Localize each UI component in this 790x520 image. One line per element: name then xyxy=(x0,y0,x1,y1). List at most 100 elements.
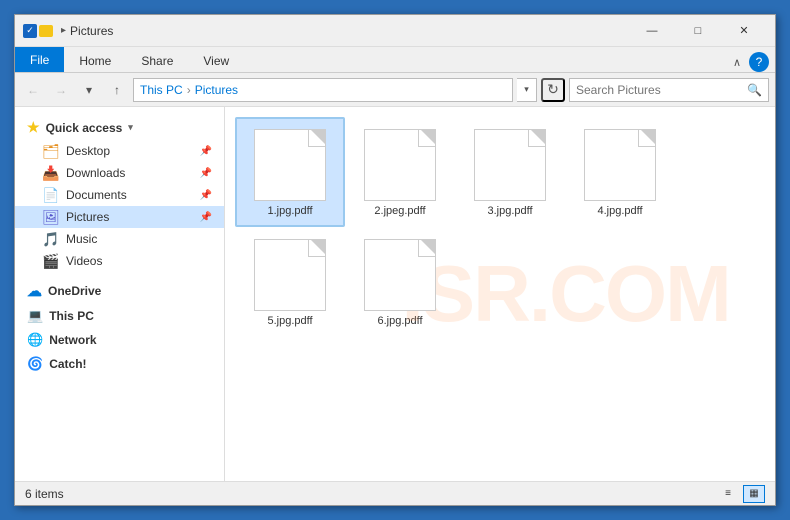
back-button[interactable]: ← xyxy=(21,78,45,102)
file-item[interactable]: 2.jpeg.pdff xyxy=(345,117,455,227)
breadcrumb-pictures[interactable]: Pictures xyxy=(195,83,238,97)
tab-view[interactable]: View xyxy=(188,49,244,72)
quick-access-label: Quick access xyxy=(46,121,123,135)
tab-share[interactable]: Share xyxy=(126,49,188,72)
pictures-pin-icon: 📌 xyxy=(200,212,212,223)
titlebar-controls: — □ ✕ xyxy=(629,15,767,47)
explorer-window: ✓ ▸ Pictures — □ ✕ File Home Share View … xyxy=(14,14,776,506)
ribbon-tabs: File Home Share View ∧ ? xyxy=(15,47,775,73)
sidebar-item-documents[interactable]: 📄 Documents 📌 xyxy=(15,184,224,206)
file-thumbnail xyxy=(254,129,326,201)
sidebar: ★ Quick access ▾ 🗂 Desktop 📌 📥 Downloads… xyxy=(15,107,225,481)
sidebar-item-desktop[interactable]: 🗂 Desktop 📌 xyxy=(15,140,224,162)
file-name: 4.jpg.pdff xyxy=(597,205,642,217)
ribbon-collapse-button[interactable]: ∧ xyxy=(729,54,745,71)
file-fold-icon xyxy=(311,240,325,254)
statusbar-view-controls: ≡ ▦ xyxy=(717,485,765,503)
minimize-button[interactable]: — xyxy=(629,15,675,47)
sidebar-item-downloads[interactable]: 📥 Downloads 📌 xyxy=(15,162,224,184)
sidebar-section-catch[interactable]: 🌀 Catch! xyxy=(15,352,224,376)
tab-file[interactable]: File xyxy=(15,47,64,72)
file-fold-icon xyxy=(311,130,325,144)
catch-icon: 🌀 xyxy=(27,356,43,372)
grid-view-button[interactable]: ▦ xyxy=(743,485,765,503)
file-thumbnail xyxy=(474,129,546,201)
window-icon: ✓ xyxy=(23,24,53,38)
main-area: ★ Quick access ▾ 🗂 Desktop 📌 📥 Downloads… xyxy=(15,107,775,481)
file-area: ISR.COM 1.jpg.pdff 2.jpeg.pdff xyxy=(225,107,775,481)
file-name: 3.jpg.pdff xyxy=(487,205,532,217)
search-icon[interactable]: 🔍 xyxy=(747,83,762,97)
breadcrumb-thispc[interactable]: This PC xyxy=(140,83,183,97)
forward-button[interactable]: → xyxy=(49,78,73,102)
item-count: 6 items xyxy=(25,487,64,501)
sidebar-item-music[interactable]: 🎵 Music xyxy=(15,228,224,250)
catch-label: Catch! xyxy=(49,357,86,371)
onedrive-icon: ☁ xyxy=(27,282,42,300)
documents-icon: 📄 xyxy=(43,187,59,203)
videos-icon: 🎬 xyxy=(43,253,59,269)
title-icon-yellow xyxy=(39,25,53,37)
file-thumbnail xyxy=(364,239,436,311)
sidebar-section-quick-access[interactable]: ★ Quick access ▾ xyxy=(15,115,224,140)
sidebar-section-onedrive[interactable]: ☁ OneDrive xyxy=(15,278,224,304)
sidebar-section-network[interactable]: 🌐 Network xyxy=(15,328,224,352)
sidebar-label-pictures: Pictures xyxy=(66,210,109,224)
downloads-icon: 📥 xyxy=(43,165,59,181)
titlebar-arrow: ▸ xyxy=(61,25,66,36)
file-item[interactable]: 4.jpg.pdff xyxy=(565,117,675,227)
tab-home[interactable]: Home xyxy=(64,49,126,72)
file-thumbnail xyxy=(364,129,436,201)
desktop-pin-icon: 📌 xyxy=(200,146,212,157)
file-thumbnail xyxy=(584,129,656,201)
titlebar-title: Pictures xyxy=(70,24,113,38)
network-icon: 🌐 xyxy=(27,332,43,348)
list-view-button[interactable]: ≡ xyxy=(717,485,739,503)
title-icon-blue: ✓ xyxy=(23,24,37,38)
documents-pin-icon: 📌 xyxy=(200,190,212,201)
refresh-button[interactable]: ↻ xyxy=(541,78,565,102)
help-button[interactable]: ? xyxy=(749,52,769,72)
file-fold-icon xyxy=(531,130,545,144)
sidebar-label-videos: Videos xyxy=(66,254,102,268)
search-input[interactable] xyxy=(576,83,747,97)
sidebar-section-thispc[interactable]: 💻 This PC xyxy=(15,304,224,328)
sidebar-label-downloads: Downloads xyxy=(66,166,125,180)
sidebar-label-documents: Documents xyxy=(66,188,127,202)
file-thumbnail xyxy=(254,239,326,311)
file-item[interactable]: 5.jpg.pdff xyxy=(235,227,345,337)
address-path[interactable]: This PC › Pictures xyxy=(133,78,513,102)
file-name: 2.jpeg.pdff xyxy=(374,205,425,217)
file-name: 5.jpg.pdff xyxy=(267,315,312,327)
file-item[interactable]: 1.jpg.pdff xyxy=(235,117,345,227)
sidebar-item-videos[interactable]: 🎬 Videos xyxy=(15,250,224,272)
up-button[interactable]: ↑ xyxy=(105,78,129,102)
file-fold-icon xyxy=(421,240,435,254)
file-fold-icon xyxy=(421,130,435,144)
file-fold-icon xyxy=(641,130,655,144)
ribbon-right: ∧ ? xyxy=(729,52,769,72)
thispc-icon: 💻 xyxy=(27,308,43,324)
desktop-icon: 🗂 xyxy=(43,143,59,159)
addressbar: ← → ▾ ↑ This PC › Pictures ▾ ↻ 🔍 xyxy=(15,73,775,107)
sidebar-label-music: Music xyxy=(66,232,97,246)
address-dropdown[interactable]: ▾ xyxy=(517,78,537,102)
file-name: 1.jpg.pdff xyxy=(267,205,312,217)
file-item[interactable]: 3.jpg.pdff xyxy=(455,117,565,227)
close-button[interactable]: ✕ xyxy=(721,15,767,47)
file-name: 6.jpg.pdff xyxy=(377,315,422,327)
downloads-pin-icon: 📌 xyxy=(200,168,212,179)
quick-access-star-icon: ★ xyxy=(27,119,40,136)
sidebar-item-pictures[interactable]: 🖼 Pictures 📌 xyxy=(15,206,224,228)
recent-locations-button[interactable]: ▾ xyxy=(77,78,101,102)
sidebar-label-desktop: Desktop xyxy=(66,144,110,158)
pictures-icon: 🖼 xyxy=(43,209,59,225)
breadcrumb-sep: › xyxy=(187,83,191,97)
titlebar: ✓ ▸ Pictures — □ ✕ xyxy=(15,15,775,47)
file-item[interactable]: 6.jpg.pdff xyxy=(345,227,455,337)
titlebar-breadcrumb: ▸ Pictures xyxy=(61,24,113,38)
music-icon: 🎵 xyxy=(43,231,59,247)
statusbar: 6 items ≡ ▦ xyxy=(15,481,775,505)
maximize-button[interactable]: □ xyxy=(675,15,721,47)
search-box[interactable]: 🔍 xyxy=(569,78,769,102)
